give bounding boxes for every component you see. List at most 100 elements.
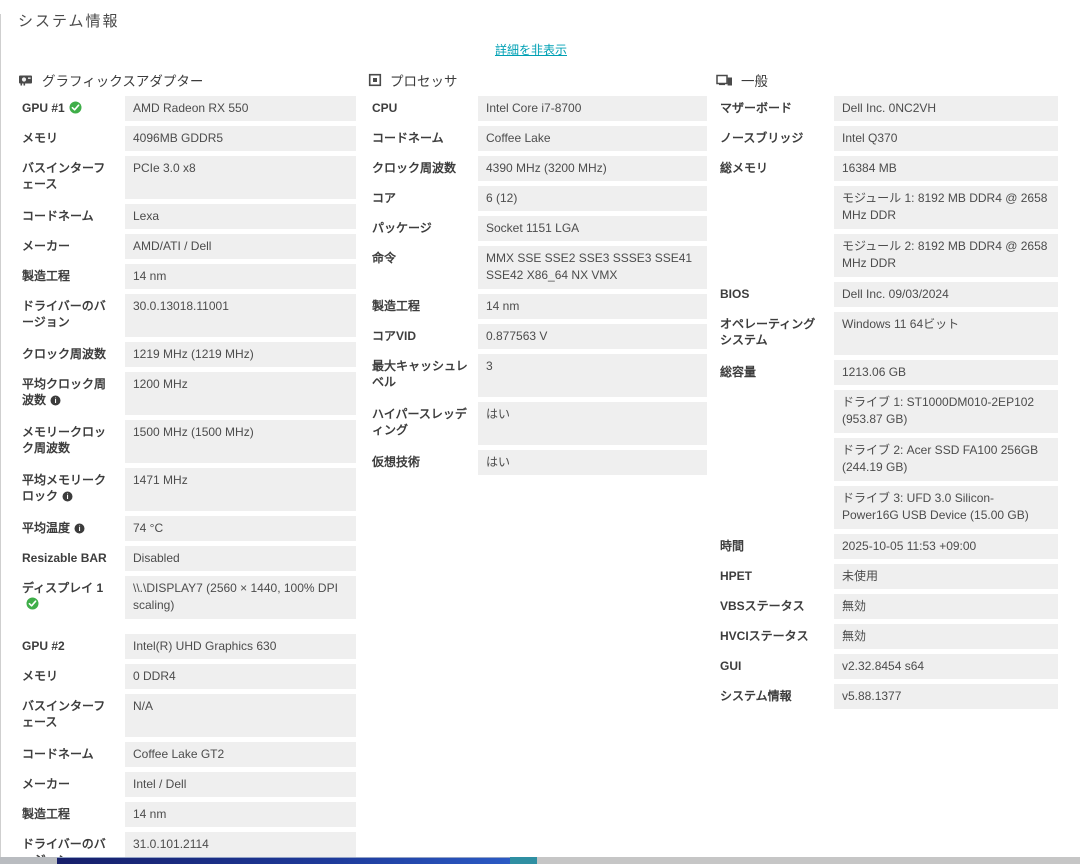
edge-segment-gray-left: [0, 857, 57, 864]
row-value: ドライブ 2: Acer SSD FA100 256GB (244.19 GB): [834, 438, 1058, 481]
row-value: 0.877563 V: [478, 324, 707, 349]
pc-icon: [716, 74, 733, 87]
bottom-window-edge: [0, 857, 1080, 864]
row-value: Socket 1151 LGA: [478, 216, 707, 241]
info-row: メモリ 4096MB GDDR5: [18, 126, 356, 151]
row-label-text: 最大キャッシュレベル: [372, 359, 468, 389]
row-label-text: バスインターフェース: [22, 161, 105, 191]
row-value: 1500 MHz (1500 MHz): [125, 420, 356, 463]
info-row: 仮想技術 はい: [368, 450, 707, 475]
row-label-text: メモリ: [22, 669, 58, 683]
svg-text:i: i: [54, 396, 56, 405]
row-label: ノースブリッジ: [716, 126, 834, 151]
row-label-text: オペレーティングシステム: [720, 317, 815, 347]
row-value: 14 nm: [125, 802, 356, 827]
info-row: 平均メモリークロックi1471 MHz: [18, 468, 356, 511]
info-row: VBSステータス無効: [716, 594, 1058, 619]
row-label: 製造工程: [368, 294, 478, 319]
row-value: 1219 MHz (1219 MHz): [125, 342, 356, 367]
info-row: GPU #1AMD Radeon RX 550: [18, 96, 356, 121]
row-label: コードネーム: [368, 126, 478, 151]
info-row: バスインターフェースN/A: [18, 694, 356, 737]
row-value: Disabled: [125, 546, 356, 571]
hide-details-link[interactable]: 詳細を非表示: [495, 43, 567, 57]
info-row: コードネームLexa: [18, 204, 356, 229]
row-value: はい: [478, 450, 707, 475]
info-icon[interactable]: i: [50, 395, 61, 406]
info-row: コードネームCoffee Lake: [368, 126, 707, 151]
row-label: コードネーム: [18, 742, 125, 767]
info-row: クロック周波数4390 MHz (3200 MHz): [368, 156, 707, 181]
row-label-text: コードネーム: [22, 747, 94, 761]
row-label-text: GUI: [720, 659, 741, 673]
row-label: 製造工程: [18, 264, 125, 289]
row-label-text: 命令: [372, 251, 396, 265]
row-label: Resizable BAR: [18, 546, 125, 571]
row-label-text: HPET: [720, 569, 752, 583]
info-row: ドライブ 1: ST1000DM010-2EP102 (953.87 GB): [716, 390, 1058, 433]
row-label: メーカー: [18, 234, 125, 259]
row-label: [716, 234, 834, 277]
row-label-text: コアVID: [372, 329, 416, 343]
info-row: バスインターフェース PCIe 3.0 x8: [18, 156, 356, 199]
row-label-text: 平均クロック周波数: [22, 377, 106, 407]
row-label: メモリークロック周波数: [18, 420, 125, 463]
row-label-text: コードネーム: [372, 131, 444, 145]
row-label: ハイパースレッディング: [368, 402, 478, 445]
row-label: 仮想技術: [368, 450, 478, 475]
info-row: HVCIステータス無効: [716, 624, 1058, 649]
edge-segment-teal: [510, 857, 537, 864]
row-label: [716, 390, 834, 433]
info-icon[interactable]: i: [74, 523, 85, 534]
row-value: MMX SSE SSE2 SSE3 SSSE3 SSE41 SSE42 X86_…: [478, 246, 707, 289]
row-label-text: メーカー: [22, 777, 70, 791]
info-columns: グラフィックスアダプター GPU #1AMD Radeon RX 550 メモリ 40…: [18, 70, 1058, 864]
row-label-text: メモリ: [22, 131, 58, 145]
info-row: パッケージSocket 1151 LGA: [368, 216, 707, 241]
row-value: 4096MB GDDR5: [125, 126, 356, 151]
row-value: 74 °C: [125, 516, 356, 541]
row-label-text: 仮想技術: [372, 455, 420, 469]
row-label: GUI: [716, 654, 834, 679]
section-header-graphics-adapter: グラフィックスアダプター: [18, 70, 356, 90]
row-label-text: ノースブリッジ: [720, 131, 803, 145]
status-ok-check-icon: [26, 597, 39, 610]
row-label: マザーボード: [716, 96, 834, 121]
row-label: ドライバーのバージョン: [18, 294, 125, 337]
info-row: システム情報v5.88.1377: [716, 684, 1058, 709]
row-label: メモリ: [18, 126, 125, 151]
info-row: HPET未使用: [716, 564, 1058, 589]
row-value: 3: [478, 354, 707, 397]
row-value: PCIe 3.0 x8: [125, 156, 356, 199]
row-label-text: GPU #2: [22, 639, 65, 653]
row-label-text: Resizable BAR: [22, 551, 107, 565]
row-label-text: ドライバーのバージョン: [22, 299, 106, 329]
system-info-page: システム情報 詳細を非表示 グラフィックスアダプター GPU #1AMD Rade…: [0, 0, 1080, 864]
row-value: \\.\DISPLAY7 (2560 × 1440, 100% DPI scal…: [125, 576, 356, 619]
info-icon[interactable]: i: [62, 491, 73, 502]
row-value: Lexa: [125, 204, 356, 229]
row-label: オペレーティングシステム: [716, 312, 834, 355]
section-title: プロセッサ: [390, 70, 458, 90]
row-value: 30.0.13018.11001: [125, 294, 356, 337]
row-label: ディスプレイ 1: [18, 576, 125, 619]
info-row: コアVID 0.877563 V: [368, 324, 707, 349]
row-value: ドライブ 1: ST1000DM010-2EP102 (953.87 GB): [834, 390, 1058, 433]
section-header-general: 一般: [716, 70, 1058, 90]
row-value: モジュール 2: 8192 MB DDR4 @ 2658 MHz DDR: [834, 234, 1058, 277]
row-label: バスインターフェース: [18, 156, 125, 199]
row-value: 無効: [834, 624, 1058, 649]
row-value: Windows 11 64ビット: [834, 312, 1058, 355]
gpu-icon: [18, 74, 34, 87]
info-row: GUIv2.32.8454 s64: [716, 654, 1058, 679]
info-row: メーカーIntel / Dell: [18, 772, 356, 797]
row-label: システム情報: [716, 684, 834, 709]
row-label-text: 時間: [720, 539, 744, 553]
row-label: 時間: [716, 534, 834, 559]
row-label-text: 製造工程: [372, 299, 420, 313]
row-value: N/A: [125, 694, 356, 737]
edge-segment-navy: [57, 857, 510, 864]
section-title: グラフィックスアダプター: [42, 70, 203, 90]
info-row: 命令 MMX SSE SSE2 SSE3 SSSE3 SSE41 SSE42 X8…: [368, 246, 707, 289]
row-label-text: BIOS: [720, 287, 749, 301]
